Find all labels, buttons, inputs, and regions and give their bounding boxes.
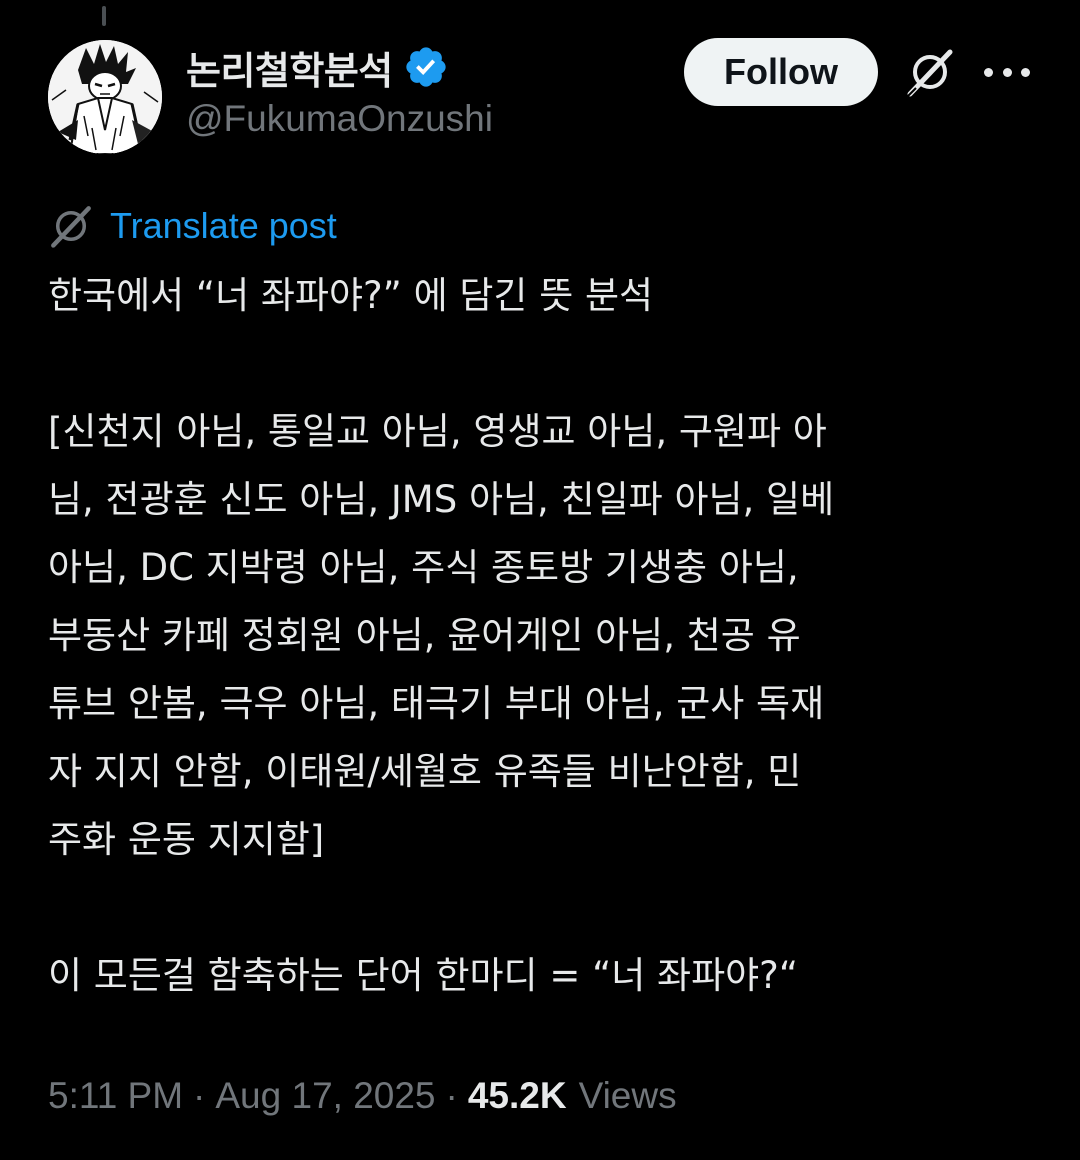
author-handle[interactable]: @FukumaOnzushi — [186, 98, 493, 140]
author-display-name[interactable]: 논리철학분석 — [186, 40, 393, 95]
post-meta: 5:11 PM · Aug 17, 2025 · 45.2K Views — [48, 1068, 677, 1124]
grok-translate-icon — [48, 203, 94, 249]
follow-button[interactable]: Follow — [684, 38, 878, 106]
post-line: 부동산 카페 정회원 아님, 윤어게인 아님, 천공 유 — [48, 614, 801, 657]
manga-character-avatar — [48, 40, 162, 154]
more-dot — [984, 67, 993, 77]
post-time[interactable]: 5:11 PM — [48, 1075, 183, 1117]
verified-badge-icon[interactable] — [403, 44, 449, 90]
translate-post-link[interactable]: Translate post — [110, 205, 337, 247]
meta-separator: · — [193, 1075, 206, 1116]
author-name-row: 논리철학분석 — [186, 38, 449, 96]
more-dot — [1002, 67, 1012, 77]
avatar[interactable] — [48, 40, 162, 154]
views-label: Views — [578, 1075, 677, 1116]
post-line: 주화 운동 지지함] — [48, 818, 325, 861]
post-line: 이 모든걸 함축하는 단어 한마디 = “너 좌파야?“ — [48, 954, 798, 997]
post-line: 튜브 안봄, 극우 아님, 태극기 부대 아님, 군사 독재 — [48, 682, 825, 725]
post-line: 한국에서 “너 좌파야?” 에 담긴 뜻 분석 — [48, 274, 654, 317]
post-line: 아님, DC 지박령 아님, 주식 종토방 기생충 아님, — [48, 546, 799, 589]
post-blank-line — [48, 874, 1048, 942]
post-line: 님, 전광훈 신도 아님, JMS 아님, 친일파 아님, 일베 — [48, 478, 835, 521]
more-options-icon[interactable] — [984, 54, 1030, 90]
more-dot — [1021, 67, 1030, 77]
thread-connector-line — [102, 6, 106, 26]
grok-icon[interactable] — [904, 46, 956, 98]
meta-separator: · — [445, 1075, 458, 1116]
post-line: [신천지 아님, 통일교 아님, 영생교 아님, 구원파 아 — [48, 410, 827, 453]
post-blank-line — [48, 330, 1048, 398]
views-count[interactable]: 45.2K — [468, 1075, 567, 1117]
post-date[interactable]: Aug 17, 2025 — [215, 1075, 435, 1117]
post-line: 자 지지 안함, 이태원/세월호 유족들 비난안함, 민 — [48, 750, 802, 793]
post-body: 한국에서 “너 좌파야?” 에 담긴 뜻 분석 [신천지 아님, 통일교 아님,… — [48, 262, 1048, 1010]
translate-row[interactable]: Translate post — [48, 200, 337, 252]
